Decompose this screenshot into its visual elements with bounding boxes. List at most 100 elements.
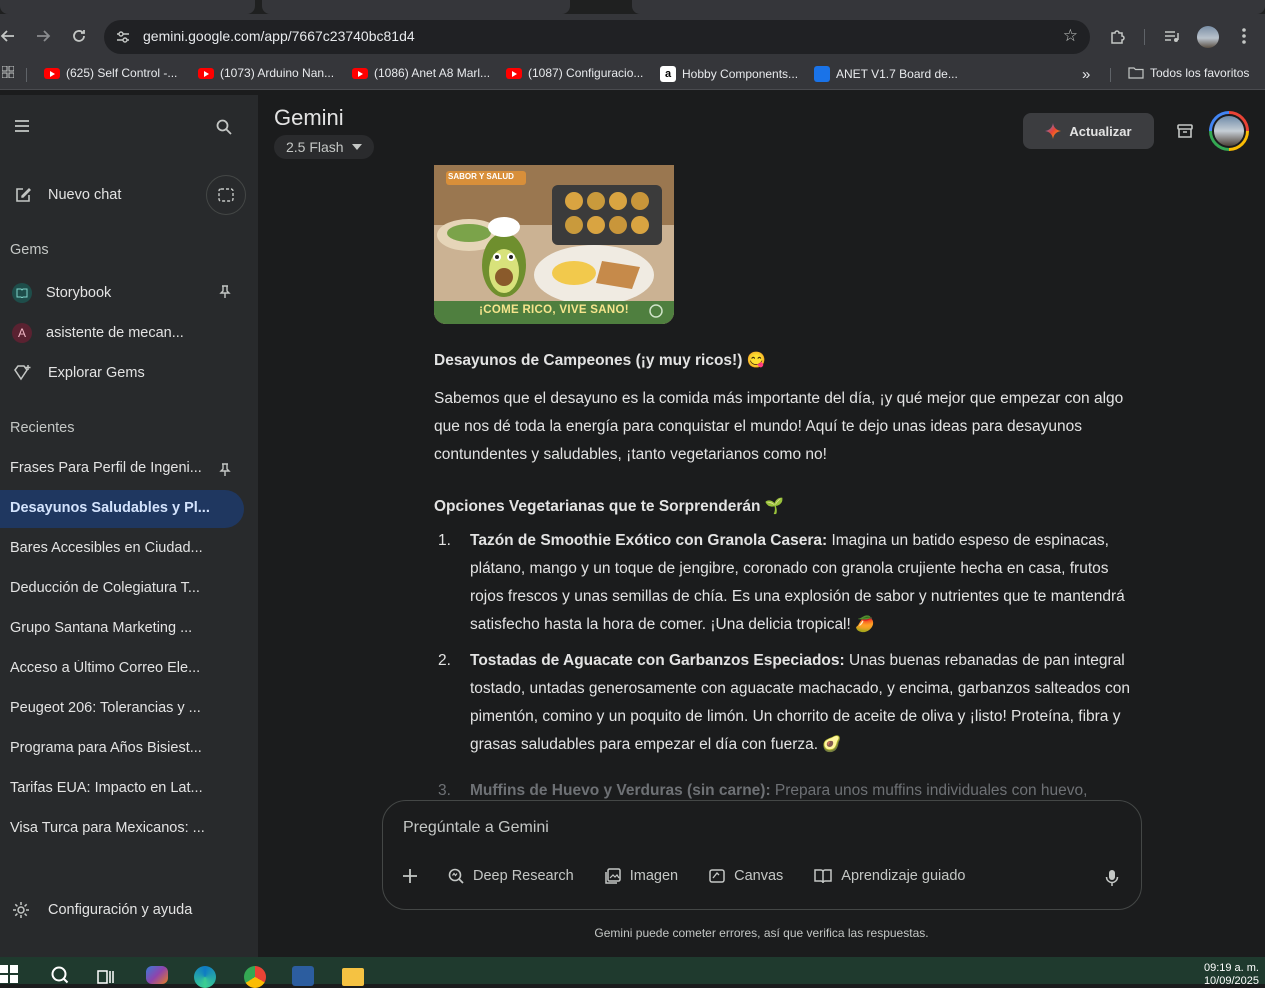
windows-start-icon[interactable] bbox=[0, 965, 18, 983]
caret-down-icon bbox=[351, 144, 362, 150]
upgrade-label: Actualizar bbox=[1069, 123, 1132, 139]
bookmark-label: Hobby Components... bbox=[682, 67, 799, 81]
url-text[interactable]: gemini.google.com/app/7667c23740bc81d4 bbox=[143, 28, 415, 44]
address-bar[interactable]: gemini.google.com/app/7667c23740bc81d4 ☆ bbox=[104, 20, 1090, 54]
new-chat-label: Nuevo chat bbox=[48, 187, 122, 203]
add-files-button[interactable] bbox=[401, 867, 419, 885]
tool-label: Aprendizaje guiado bbox=[841, 868, 966, 884]
bookmark-label: (625) Self Control -... bbox=[66, 66, 178, 80]
gem-item-storybook[interactable]: Storybook bbox=[12, 275, 111, 311]
bookmark-item[interactable]: (625) Self Control -... bbox=[44, 66, 177, 80]
recent-chat-item[interactable]: Visa Turca para Mexicanos: ... bbox=[10, 820, 210, 836]
account-avatar[interactable] bbox=[1209, 111, 1249, 151]
pin-icon[interactable] bbox=[219, 285, 231, 299]
youtube-icon bbox=[352, 67, 368, 79]
toolbar-divider bbox=[1144, 29, 1145, 45]
apps-grid-icon[interactable] bbox=[2, 66, 14, 78]
upgrade-button[interactable]: Actualizar bbox=[1023, 113, 1154, 149]
explore-gems-button[interactable]: Explorar Gems bbox=[12, 355, 145, 391]
bookmark-item[interactable]: (1073) Arduino Nan... bbox=[198, 66, 334, 80]
temporary-chat-button[interactable] bbox=[206, 175, 246, 215]
system-clock[interactable]: 09:19 a. m. 10/09/2025 bbox=[1204, 962, 1259, 988]
gear-icon bbox=[13, 902, 29, 918]
browser-tab[interactable] bbox=[262, 0, 570, 14]
storybook-icon bbox=[12, 283, 32, 303]
microphone-button[interactable] bbox=[1105, 869, 1119, 887]
recent-chat-item[interactable]: Peugeot 206: Tolerancias y ... bbox=[10, 700, 210, 716]
recent-chat-item-active[interactable]: Desayunos Saludables y Pl... bbox=[0, 490, 244, 528]
sidebar: Nuevo chat Gems Storybook A asistente de… bbox=[0, 95, 258, 957]
recent-chat-item[interactable]: Tarifas EUA: Impacto en Lat... bbox=[10, 780, 210, 796]
settings-label: Configuración y ayuda bbox=[48, 902, 193, 918]
browser-tab[interactable] bbox=[0, 0, 255, 14]
generated-food-image[interactable]: SABOR Y SALUD ¡COME RICO, VIVE SANO! bbox=[434, 165, 674, 324]
microphone-icon bbox=[1105, 870, 1119, 886]
forward-button[interactable] bbox=[29, 22, 57, 50]
profile-avatar[interactable] bbox=[1197, 26, 1219, 48]
model-response: Desayunos de Campeones (¡y muy ricos!) 😋… bbox=[434, 347, 1144, 767]
edge-browser-icon[interactable] bbox=[194, 966, 216, 988]
storage-button[interactable] bbox=[1175, 121, 1195, 141]
bookmark-item[interactable]: a Hobby Components... bbox=[660, 66, 798, 82]
ordered-list: 1. Tazón de Smoothie Exótico con Granola… bbox=[434, 527, 1144, 759]
edit-icon bbox=[16, 188, 31, 202]
recent-chat-item[interactable]: Grupo Santana Marketing ... bbox=[10, 620, 210, 636]
clock-date: 10/09/2025 bbox=[1203, 975, 1259, 987]
reload-button[interactable] bbox=[65, 22, 93, 50]
canvas-tool-button[interactable]: Canvas bbox=[708, 867, 783, 885]
list-number: 2. bbox=[438, 652, 451, 669]
model-selector[interactable]: 2.5 Flash bbox=[274, 135, 374, 159]
copilot-icon[interactable] bbox=[146, 966, 168, 984]
list-item-title: Muffins de Huevo y Verduras (sin carne): bbox=[470, 782, 771, 799]
bookmark-item[interactable]: (1087) Configuracio... bbox=[506, 66, 643, 80]
book-open-icon bbox=[814, 869, 833, 884]
tool-label: Imagen bbox=[629, 868, 679, 884]
scroll-fade bbox=[0, 865, 258, 893]
deep-research-button[interactable]: Deep Research bbox=[447, 867, 574, 885]
extensions-button[interactable] bbox=[1104, 22, 1132, 50]
list-item: 2. Tostadas de Aguacate con Garbanzos Es… bbox=[434, 647, 1144, 759]
media-control-button[interactable] bbox=[1158, 22, 1186, 50]
guided-learning-button[interactable]: Aprendizaje guiado bbox=[813, 867, 965, 885]
bookmark-item[interactable]: ANET V1.7 Board de... bbox=[814, 66, 958, 82]
bookmark-label: ANET V1.7 Board de... bbox=[836, 67, 958, 81]
search-button[interactable] bbox=[215, 118, 233, 136]
bookmark-label: (1087) Configuracio... bbox=[528, 66, 644, 80]
pin-icon[interactable] bbox=[219, 463, 231, 477]
list-item-title: Tostadas de Aguacate con Garbanzos Espec… bbox=[470, 652, 845, 669]
prompt-input[interactable]: Pregúntale a Gemini bbox=[403, 819, 549, 837]
windows-taskbar: 09:19 a. m. 10/09/2025 bbox=[0, 957, 1265, 988]
gem-item-asistente[interactable]: A asistente de mecan... bbox=[12, 315, 184, 351]
task-view-icon[interactable] bbox=[97, 967, 115, 984]
bookmark-item[interactable]: (1086) Anet A8 Marl... bbox=[352, 66, 490, 80]
response-intro: Sabemos que el desayuno es la comida más… bbox=[434, 390, 1124, 463]
back-button[interactable] bbox=[0, 22, 22, 50]
recent-chat-item[interactable]: Frases Para Perfil de Ingeni... bbox=[10, 460, 210, 476]
recent-chat-item[interactable]: Bares Accesibles en Ciudad... bbox=[10, 540, 210, 556]
canvas-icon bbox=[709, 869, 725, 883]
site-settings-icon[interactable] bbox=[114, 28, 132, 46]
puzzle-icon bbox=[1111, 30, 1125, 44]
prompt-composer[interactable]: Pregúntale a Gemini Deep Research Imagen… bbox=[382, 800, 1142, 910]
file-explorer-icon[interactable] bbox=[342, 968, 364, 986]
recent-chat-item[interactable]: Deducción de Colegiatura T... bbox=[10, 580, 210, 596]
all-bookmarks-label: Todos los favoritos bbox=[1150, 66, 1250, 80]
recent-chat-item[interactable]: Acceso a Último Correo Ele... bbox=[10, 660, 210, 676]
all-bookmarks-button[interactable]: Todos los favoritos bbox=[1128, 66, 1249, 80]
reload-icon bbox=[73, 30, 85, 42]
app-icon[interactable] bbox=[292, 966, 314, 986]
bookmark-star-icon[interactable]: ☆ bbox=[1063, 26, 1078, 46]
taskbar-search-icon[interactable] bbox=[50, 965, 70, 985]
browser-tab[interactable] bbox=[632, 0, 1265, 14]
recent-chat-item[interactable]: Programa para Años Bisiest... bbox=[10, 740, 210, 756]
chrome-menu-button[interactable] bbox=[1230, 22, 1258, 50]
image-tool-button[interactable]: Imagen bbox=[604, 867, 678, 885]
menu-button[interactable] bbox=[12, 117, 32, 135]
youtube-icon bbox=[44, 67, 60, 79]
list-item-text: Prepara unos muffins individuales con hu… bbox=[770, 782, 1088, 799]
settings-help-button[interactable]: Configuración y ayuda bbox=[12, 892, 192, 928]
new-chat-button[interactable]: Nuevo chat bbox=[14, 177, 121, 213]
chrome-browser-icon[interactable] bbox=[244, 966, 266, 988]
more-bookmarks-icon[interactable]: » bbox=[1082, 66, 1090, 83]
arrow-left-icon bbox=[0, 30, 14, 42]
